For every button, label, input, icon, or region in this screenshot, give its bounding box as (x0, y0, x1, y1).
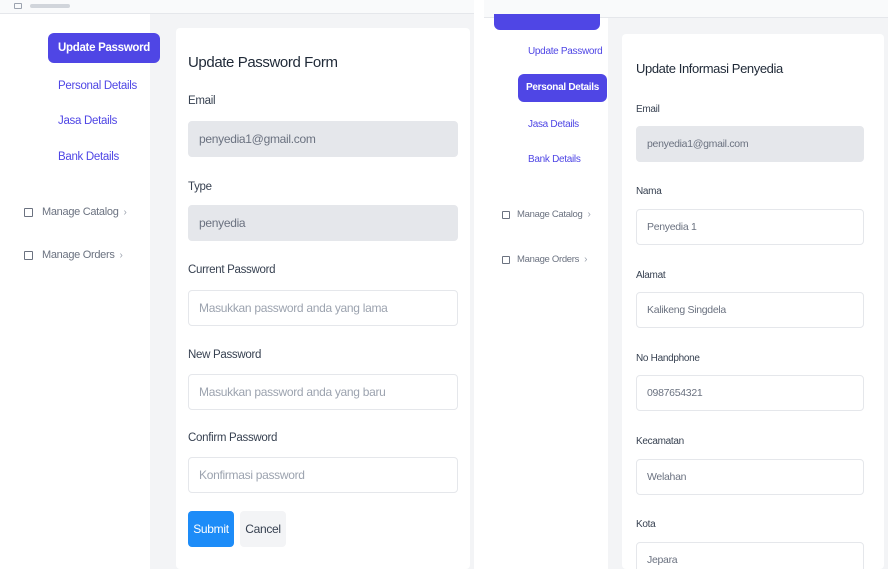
email-label: Email (636, 104, 660, 115)
sidebar-item-update-password[interactable]: Update Password (48, 33, 160, 63)
submit-button[interactable]: Submit (188, 511, 234, 547)
sidebar-item-personal-details[interactable]: Personal Details (518, 74, 608, 102)
sidebar-item-bank-details[interactable]: Bank Details (528, 153, 581, 167)
orders-icon (502, 255, 510, 264)
sidebar-item-personal-details[interactable]: Personal Details (58, 79, 137, 93)
alamat-input[interactable]: Kalikeng Singdela (636, 292, 864, 328)
catalog-icon (24, 207, 33, 217)
menu-label: Manage Orders (42, 249, 115, 261)
handphone-input[interactable]: 0987654321 (636, 375, 864, 411)
cancel-button[interactable]: Cancel (240, 511, 286, 547)
new-password-input[interactable]: Masukkan password anda yang baru (188, 374, 458, 410)
email-label: Email (188, 95, 216, 107)
confirm-password-input[interactable]: Konfirmasi password (188, 457, 458, 493)
new-password-label: New Password (188, 349, 262, 361)
sidebar-item-jasa-details[interactable]: Jasa Details (58, 114, 117, 128)
top-bar (0, 0, 474, 14)
menu-label: Manage Orders (517, 254, 580, 265)
kota-label: Kota (636, 519, 656, 530)
type-label: Type (188, 181, 212, 193)
menu-label: Manage Catalog (42, 206, 119, 218)
form-title: Update Informasi Penyedia (636, 61, 783, 76)
sidebar-item-jasa-details[interactable]: Jasa Details (528, 118, 579, 132)
top-bar-text (30, 4, 70, 8)
kecamatan-input[interactable]: Welahan (636, 459, 864, 495)
nama-input[interactable]: Penyedia 1 (636, 209, 864, 245)
menu-label: Manage Catalog (517, 209, 583, 220)
menu-manage-orders[interactable]: Manage Orders › (502, 254, 587, 265)
form-title: Update Password Form (188, 54, 338, 71)
screenshot-root: Update Password Personal Details Jasa De… (0, 0, 888, 569)
update-informasi-form: Update Informasi Penyedia Email penyedia… (622, 34, 884, 569)
sidebar-item-bank-details[interactable]: Bank Details (58, 150, 119, 164)
current-password-input[interactable]: Masukkan password anda yang lama (188, 290, 458, 326)
chevron-right-icon: › (123, 206, 127, 218)
nama-label: Nama (636, 186, 662, 197)
home-icon[interactable] (14, 3, 22, 9)
kota-input[interactable]: Jepara (636, 542, 864, 569)
header-button[interactable] (494, 14, 600, 30)
chevron-right-icon: › (587, 209, 591, 220)
current-password-label: Current Password (188, 264, 276, 276)
chevron-right-icon: › (119, 249, 123, 261)
handphone-label: No Handphone (636, 353, 700, 364)
sidebar: Update Password Personal Details Jasa De… (0, 14, 160, 569)
update-password-form: Update Password Form Email penyedia1@gma… (176, 28, 470, 569)
menu-manage-catalog[interactable]: Manage Catalog › (502, 209, 591, 220)
sidebar: Update Password Personal Details Jasa De… (484, 18, 608, 569)
menu-manage-orders[interactable]: Manage Orders › (24, 249, 123, 261)
alamat-label: Alamat (636, 270, 666, 281)
email-field: penyedia1@gmail.com (188, 121, 458, 157)
kecamatan-label: Kecamatan (636, 436, 684, 447)
orders-icon (24, 250, 33, 260)
update-password-screen: Update Password Personal Details Jasa De… (0, 0, 474, 569)
personal-details-screen: Update Password Personal Details Jasa De… (484, 0, 888, 569)
chevron-right-icon: › (584, 254, 588, 265)
email-field: penyedia1@gmail.com (636, 126, 864, 162)
sidebar-item-update-password[interactable]: Update Password (528, 45, 603, 59)
type-field: penyedia (188, 205, 458, 241)
menu-manage-catalog[interactable]: Manage Catalog › (24, 206, 127, 218)
confirm-password-label: Confirm Password (188, 432, 278, 444)
catalog-icon (502, 210, 510, 219)
